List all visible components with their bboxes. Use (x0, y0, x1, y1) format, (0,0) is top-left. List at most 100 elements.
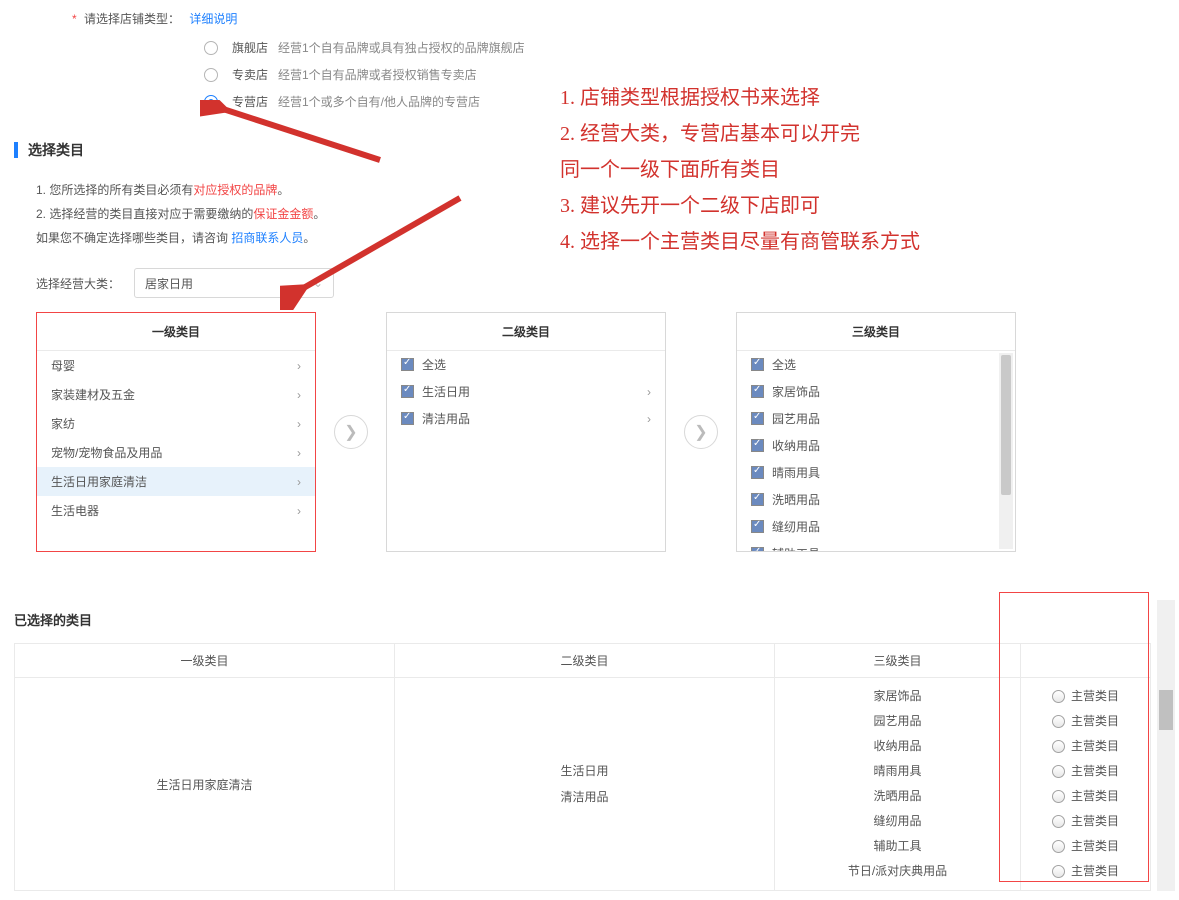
level1-item-label: 家装建材及五金 (51, 386, 135, 403)
level2-body[interactable]: 全选生活日用›清洁用品› (387, 351, 665, 551)
radio-icon[interactable] (1052, 715, 1065, 728)
checkbox-icon[interactable] (751, 358, 764, 371)
selected-l3-cell: 家居饰品园艺用品收纳用品晴雨用具洗晒用品缝纫用品辅助工具节日/派对庆典用品 (775, 678, 1021, 891)
level1-body[interactable]: 母婴›家装建材及五金›家纺›宠物/宠物食品及用品›生活日用家庭清洁›生活电器› (37, 351, 315, 551)
checkbox-icon[interactable] (751, 520, 764, 533)
checkbox-label: 园艺用品 (772, 410, 820, 427)
annotation-line: 2. 经营大类，专营店基本可以开完 (560, 116, 920, 152)
level1-item[interactable]: 生活日用家庭清洁› (37, 467, 315, 496)
chevron-right-icon: › (297, 359, 301, 373)
store-type-detail-link[interactable]: 详细说明 (189, 12, 237, 26)
main-category-option[interactable]: 主营类目 (1031, 759, 1140, 784)
selected-categories-block: 已选择的类目 一级类目 二级类目 三级类目 生活日用家庭清洁 生活日用清洁用品 … (0, 592, 1179, 891)
radio-icon[interactable] (1052, 815, 1065, 828)
level1-item[interactable]: 家纺› (37, 409, 315, 438)
radio-icon[interactable] (204, 95, 218, 109)
checkbox-item[interactable]: 全选 (737, 351, 1015, 378)
scrollbar[interactable] (999, 353, 1013, 549)
store-type-text: 请选择店铺类型： (84, 12, 180, 26)
radio-icon[interactable] (1052, 865, 1065, 878)
checkbox-icon[interactable] (751, 547, 764, 551)
checkbox-icon[interactable] (401, 412, 414, 425)
store-type-option[interactable]: 旗舰店 经营1个自有品牌或具有独占授权的品牌旗舰店 (204, 39, 1179, 56)
level3-header: 三级类目 (737, 313, 1015, 351)
selected-l3-item: 缝纫用品 (785, 809, 1010, 834)
main-category-option[interactable]: 主营类目 (1031, 684, 1140, 709)
info-line-1c: 。 (277, 183, 289, 197)
radio-icon[interactable] (204, 68, 218, 82)
checkbox-icon[interactable] (751, 385, 764, 398)
main-category-label: 主营类目 (1071, 784, 1119, 809)
level1-item[interactable]: 母婴 › (37, 351, 315, 380)
chevron-right-icon: › (297, 475, 301, 489)
checkbox-item[interactable]: 辅助工具 (737, 540, 1015, 551)
outer-scrollbar-thumb[interactable] (1159, 690, 1173, 730)
checkbox-label: 缝纫用品 (772, 518, 820, 535)
main-category-label: 主营类目 (1071, 809, 1119, 834)
main-category-label: 主营类目 (1071, 759, 1119, 784)
main-category-option[interactable]: 主营类目 (1031, 834, 1140, 859)
checkbox-item[interactable]: 家居饰品 (737, 378, 1015, 405)
level1-item[interactable]: 宠物/宠物食品及用品› (37, 438, 315, 467)
checkbox-item[interactable]: 清洁用品› (387, 405, 665, 432)
radio-icon[interactable] (1052, 765, 1065, 778)
category-heading: 选择类目 (28, 140, 84, 160)
selected-l2-cell: 生活日用清洁用品 (395, 678, 775, 891)
radio-icon[interactable] (1052, 690, 1065, 703)
level2-panel: 二级类目 全选生活日用›清洁用品› (386, 312, 666, 552)
outer-scrollbar[interactable] (1157, 600, 1175, 891)
selected-l3-item: 节日/派对庆典用品 (785, 859, 1010, 884)
checkbox-icon[interactable] (751, 412, 764, 425)
checkbox-icon[interactable] (751, 493, 764, 506)
radio-icon[interactable] (1052, 740, 1065, 753)
level1-item[interactable]: 家装建材及五金› (37, 380, 315, 409)
main-category-option[interactable]: 主营类目 (1031, 734, 1140, 759)
checkbox-icon[interactable] (751, 466, 764, 479)
annotation-line: 同一个一级下面所有类目 (560, 152, 920, 188)
level3-body[interactable]: 全选 家居饰品园艺用品收纳用品晴雨用具洗晒用品缝纫用品辅助工具节日/派对庆典用品 (737, 351, 1015, 551)
main-category-option[interactable]: 主营类目 (1031, 784, 1140, 809)
main-category-label: 主营类目 (1071, 834, 1119, 859)
info-line-3c: 。 (303, 231, 315, 245)
selected-l3-item: 晴雨用具 (785, 759, 1010, 784)
checkbox-item[interactable]: 缝纫用品 (737, 513, 1015, 540)
scrollbar-thumb[interactable] (1001, 355, 1011, 495)
checkbox-item[interactable]: 生活日用› (387, 378, 665, 405)
checkbox-item[interactable]: 收纳用品 (737, 432, 1015, 459)
checkbox-item[interactable]: 全选 (387, 351, 665, 378)
main-category-label: 主营类目 (1071, 859, 1119, 884)
main-category-option[interactable]: 主营类目 (1031, 809, 1140, 834)
checkbox-item[interactable]: 晴雨用具 (737, 459, 1015, 486)
level1-header: 一级类目 (37, 313, 315, 351)
checkbox-icon[interactable] (401, 358, 414, 371)
major-category-value: 居家日用 (145, 275, 193, 292)
chevron-down-icon: ⌄ (313, 276, 323, 290)
major-category-select[interactable]: 居家日用 ⌄ (134, 268, 334, 298)
th-l3: 三级类目 (775, 644, 1021, 678)
radio-icon[interactable] (1052, 840, 1065, 853)
checkbox-label: 全选 (422, 356, 446, 373)
radio-icon[interactable] (204, 41, 218, 55)
checkbox-icon[interactable] (401, 385, 414, 398)
selected-l2-item: 生活日用 (405, 758, 764, 784)
annotation-line: 4. 选择一个主营类目尽量有商管联系方式 (560, 224, 920, 260)
checkbox-icon[interactable] (751, 439, 764, 452)
checkbox-item[interactable]: 园艺用品 (737, 405, 1015, 432)
main-category-label: 主营类目 (1071, 709, 1119, 734)
th-l1: 一级类目 (15, 644, 395, 678)
recruit-contact-link[interactable]: 招商联系人员 (231, 231, 303, 245)
level1-item-label: 母婴 (51, 357, 75, 374)
checkbox-label: 生活日用 (422, 383, 470, 400)
store-type-name: 专营店 (232, 93, 278, 110)
info-line-2a: 2. 选择经营的类目直接对应于需要缴纳的 (36, 207, 253, 221)
selected-l3-item: 园艺用品 (785, 709, 1010, 734)
checkbox-item[interactable]: 洗晒用品 (737, 486, 1015, 513)
th-main (1021, 644, 1151, 678)
level1-item[interactable]: 生活电器› (37, 496, 315, 525)
main-category-option[interactable]: 主营类目 (1031, 709, 1140, 734)
main-category-option[interactable]: 主营类目 (1031, 859, 1140, 884)
radio-icon[interactable] (1052, 790, 1065, 803)
checkbox-label: 家居饰品 (772, 383, 820, 400)
info-line-3a: 如果您不确定选择哪些类目，请咨询 (36, 231, 231, 245)
selected-l1-cell: 生活日用家庭清洁 (15, 678, 395, 891)
